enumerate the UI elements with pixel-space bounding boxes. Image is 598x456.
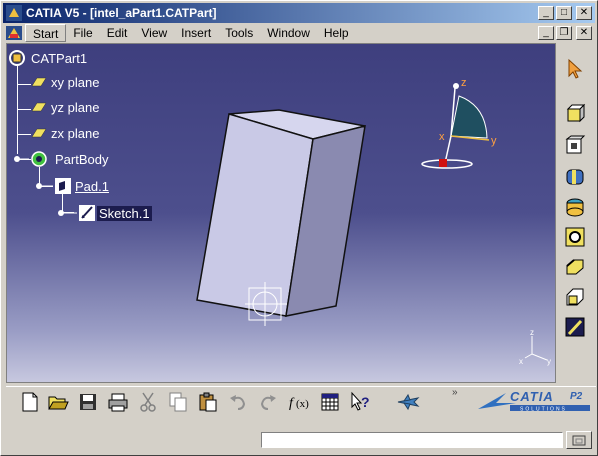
menu-view[interactable]: View	[134, 24, 174, 42]
print-button[interactable]	[106, 390, 130, 414]
new-icon	[22, 392, 38, 412]
copy-button[interactable]	[166, 390, 190, 414]
table-button[interactable]	[318, 390, 342, 414]
compass[interactable]: z y x	[411, 78, 501, 178]
select-arrow-icon	[568, 58, 583, 79]
undo-icon	[230, 395, 246, 410]
save-button[interactable]	[76, 390, 100, 414]
axis-x-label: x	[519, 357, 523, 366]
chamfer-tool-icon	[566, 259, 584, 275]
status-bar	[3, 429, 595, 451]
pad-tool-button[interactable]	[563, 101, 587, 125]
edge-fillet-button[interactable]	[563, 225, 587, 249]
hole-tool-button[interactable]	[563, 195, 587, 219]
document-menu-icon[interactable]	[5, 25, 23, 41]
compass-handle[interactable]	[439, 159, 447, 167]
fly-mode-icon	[397, 393, 420, 411]
svg-text:P2: P2	[570, 391, 583, 402]
pocket-tool-button[interactable]	[563, 133, 587, 157]
catia-window: CATIA V5 - [intel_aPart1.CATPart] _ □ ✕ …	[0, 0, 598, 456]
catia-p2-logo: CATIA P2 SOLUTIONS	[478, 389, 590, 413]
doc-minimize-button[interactable]: _	[538, 26, 554, 40]
axis-triad: z x y	[519, 330, 551, 366]
menu-edit[interactable]: Edit	[100, 24, 135, 42]
minimize-icon: _	[543, 7, 549, 18]
save-icon	[80, 394, 96, 410]
new-button[interactable]	[18, 390, 42, 414]
window-title: CATIA V5 - [intel_aPart1.CATPart]	[26, 6, 217, 20]
whats-this-icon: ?	[351, 391, 370, 411]
minimize-icon: _	[543, 27, 549, 38]
doc-close-button[interactable]: ✕	[576, 26, 592, 40]
chamfer-tool-button[interactable]	[563, 255, 587, 279]
compass-z-label: z	[461, 78, 467, 89]
svg-text:SOLUTIONS: SOLUTIONS	[520, 407, 567, 413]
right-toolbar	[559, 43, 595, 383]
cut-button[interactable]	[136, 390, 160, 414]
svg-text:CATIA: CATIA	[510, 389, 554, 404]
catia-app-icon[interactable]	[6, 5, 22, 21]
window-restore-icon	[572, 435, 586, 446]
copy-icon	[169, 392, 187, 412]
open-icon	[48, 396, 69, 410]
formula-button[interactable]: f (x)	[288, 390, 312, 414]
redo-icon	[260, 395, 276, 410]
close-icon: ✕	[579, 7, 589, 18]
axis-z-label: z	[530, 330, 534, 337]
maximize-button[interactable]: □	[556, 6, 572, 20]
undo-button[interactable]	[226, 390, 250, 414]
menu-start[interactable]: Start	[25, 24, 67, 42]
compass-y-label: y	[491, 135, 497, 147]
fly-mode-button[interactable]	[396, 390, 420, 414]
redo-button[interactable]	[256, 390, 280, 414]
3d-viewport[interactable]: CATPart1 xy plane yz plane zx plane Part…	[6, 43, 556, 383]
svg-text:f: f	[289, 396, 295, 411]
minimize-button[interactable]: _	[538, 6, 554, 20]
compass-sector	[450, 95, 488, 139]
pad-tool-icon	[566, 103, 586, 123]
paste-icon	[199, 392, 217, 412]
command-input[interactable]	[261, 432, 563, 448]
menu-bar: Start File Edit View Insert Tools Window…	[3, 23, 595, 43]
shaft-tool-icon	[566, 169, 584, 185]
title-bar: CATIA V5 - [intel_aPart1.CATPart] _ □ ✕	[3, 3, 595, 23]
standard-toolbar: f (x) ? » CATIA P2 SOLUTIONS	[6, 386, 596, 416]
cut-icon	[140, 392, 156, 412]
toolbar-overflow-chevron-icon[interactable]: »	[452, 387, 458, 398]
restore-icon: ❐	[559, 27, 569, 38]
doc-restore-button[interactable]: ❐	[556, 26, 572, 40]
shaft-tool-button[interactable]	[563, 165, 587, 189]
menu-tools[interactable]: Tools	[218, 24, 260, 42]
maximize-icon: □	[560, 7, 568, 18]
table-icon	[321, 393, 339, 411]
svg-text:?: ?	[361, 394, 370, 410]
print-icon	[108, 393, 128, 412]
pocket-tool-icon	[565, 135, 586, 154]
draft-tool-icon	[566, 288, 584, 306]
hole-tool-icon	[566, 198, 584, 217]
svg-text:(x): (x)	[296, 398, 309, 410]
select-arrow-button[interactable]	[563, 57, 587, 81]
edge-fillet-icon	[565, 227, 585, 247]
shell-tool-icon	[565, 317, 585, 337]
compass-x-label: x	[439, 131, 445, 143]
shell-tool-button[interactable]	[563, 315, 587, 339]
whats-this-button[interactable]: ?	[348, 390, 372, 414]
formula-icon: f (x)	[289, 396, 309, 411]
menu-help[interactable]: Help	[317, 24, 356, 42]
status-action-button[interactable]	[566, 431, 592, 449]
close-icon: ✕	[579, 27, 589, 38]
menu-file[interactable]: File	[66, 24, 99, 42]
axis-y-label: y	[547, 357, 551, 366]
menu-insert[interactable]: Insert	[174, 24, 218, 42]
menu-window[interactable]: Window	[260, 24, 317, 42]
open-button[interactable]	[46, 390, 70, 414]
draft-tool-button[interactable]	[563, 285, 587, 309]
paste-button[interactable]	[196, 390, 220, 414]
close-button[interactable]: ✕	[576, 6, 592, 20]
